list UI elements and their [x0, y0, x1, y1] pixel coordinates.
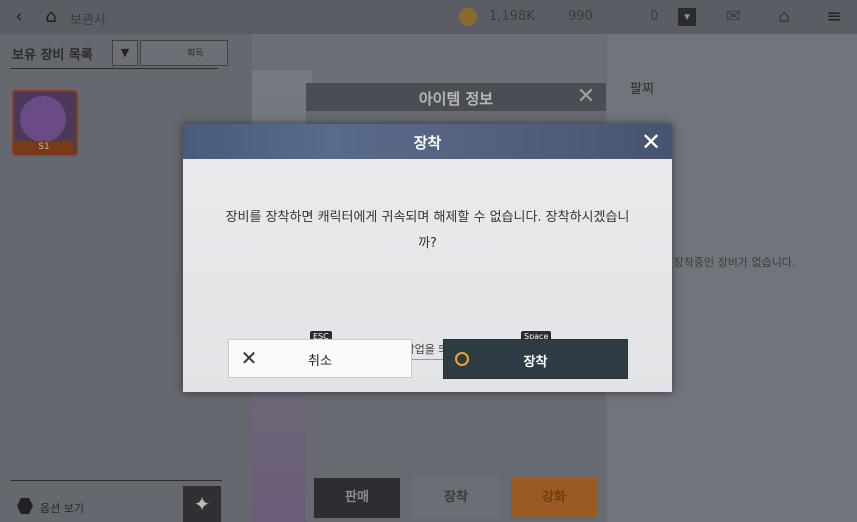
- confirm-label: 장착: [523, 355, 548, 370]
- confirm-equip-button[interactable]: 장착: [443, 339, 628, 379]
- dialog-title: 장착: [413, 134, 442, 152]
- equip-confirm-dialog: 장착 ✕ 장비를 장착하면 캐릭터에게 귀속되며 해제할 수 없습니다. 장착하…: [183, 124, 672, 392]
- cancel-button[interactable]: ✕ 취소: [228, 339, 412, 378]
- dialog-body: 장비를 장착하면 캐릭터에게 귀속되며 해제할 수 없습니다. 장착하시겠습니까…: [183, 159, 672, 392]
- dialog-header: 장착 ✕: [183, 124, 672, 159]
- dialog-close-icon[interactable]: ✕: [638, 129, 664, 155]
- cancel-label: 취소: [308, 354, 332, 369]
- dialog-message: 장비를 장착하면 캐릭터에게 귀속되며 해제할 수 없습니다. 장착하시겠습니까…: [225, 210, 630, 251]
